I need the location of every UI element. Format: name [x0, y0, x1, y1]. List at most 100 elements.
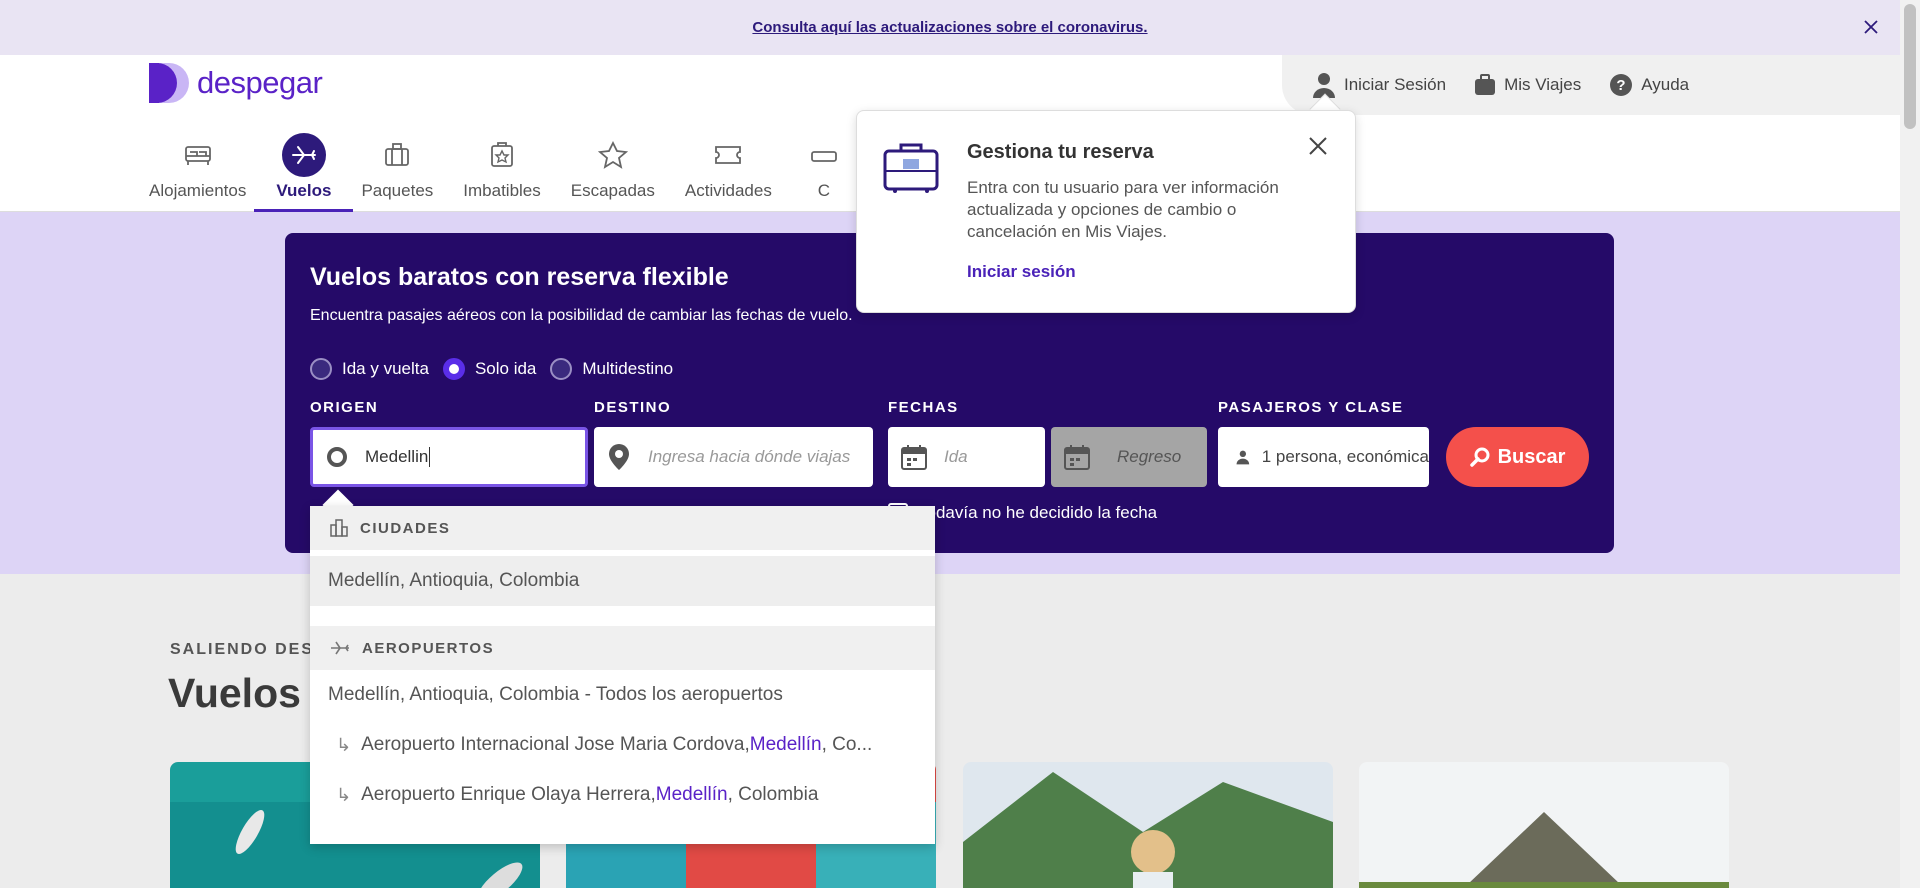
dropdown-item-airport[interactable]: ↳ Aeropuerto Internacional Jose Maria Co…	[310, 720, 935, 770]
tab-actividades[interactable]: Actividades	[685, 133, 772, 212]
radio-round-trip[interactable]: Ida y vuelta	[310, 358, 429, 380]
radio-label: Multidestino	[582, 359, 674, 378]
origin-autocomplete-dropdown: CIUDADES Medellín, Antioquia, Colombia A…	[310, 506, 935, 844]
popover-body: Entra con tu usuario para ver informació…	[967, 178, 1279, 241]
search-button[interactable]: Buscar	[1446, 427, 1589, 487]
despegar-logo[interactable]: despegar	[149, 63, 323, 103]
radio-label: Ida y vuelta	[342, 359, 429, 378]
destination-label: DESTINO	[594, 399, 672, 416]
my-trips-link[interactable]: Mis Viajes	[1474, 74, 1581, 96]
origin-value: Medellin	[365, 447, 429, 466]
passengers-label: PASAJEROS Y CLASE	[1218, 399, 1404, 416]
tab-autos[interactable]: C	[802, 133, 846, 212]
search-icon	[1469, 447, 1490, 467]
logo-text: despegar	[197, 65, 323, 100]
scrollbar-thumb[interactable]	[1904, 4, 1916, 129]
tab-alojamientos[interactable]: Alojamientos	[149, 133, 246, 212]
notice-bar: Consulta aquí las actualizaciones sobre …	[0, 0, 1900, 55]
sub-arrow-icon: ↳	[336, 734, 352, 755]
city-icon	[330, 519, 348, 537]
airport-country: , Co...	[821, 734, 873, 755]
user-nav: Iniciar Sesión Mis Viajes ? Ayuda	[1282, 55, 1900, 115]
passengers-input[interactable]: 1 persona, económica	[1218, 427, 1429, 487]
trip-type-selector: Ida y vuelta Solo ida Multidestino	[310, 358, 675, 380]
help-link[interactable]: ? Ayuda	[1609, 73, 1689, 97]
logo-mark-icon	[149, 63, 189, 103]
badge-icon	[491, 142, 513, 167]
airport-name: Aeropuerto Internacional Jose Maria Cord…	[361, 734, 750, 755]
tab-label: C	[817, 181, 830, 200]
undecided-label: Todavía no he decidido la fecha	[918, 503, 1158, 522]
luggage-icon	[385, 143, 410, 166]
origin-label: ORIGEN	[310, 399, 379, 416]
tab-label: Alojamientos	[149, 181, 247, 200]
tab-label: Imbatibles	[463, 181, 541, 200]
airport-name: Aeropuerto Enrique Olaya Herrera,	[361, 784, 656, 805]
destination-placeholder: Ingresa hacia dónde viajas	[648, 447, 851, 466]
search-button-label: Buscar	[1497, 445, 1566, 468]
tab-label: Vuelos	[276, 181, 332, 200]
ticket-icon	[715, 146, 742, 164]
departure-placeholder: Ida	[944, 447, 968, 466]
airports-header-label: AEROPUERTOS	[362, 639, 495, 657]
radio-one-way[interactable]: Solo ida	[442, 358, 536, 380]
tab-escapadas[interactable]: Escapadas	[571, 133, 655, 212]
svg-text:?: ?	[1617, 77, 1626, 94]
return-date-input[interactable]: Regreso	[1051, 427, 1207, 487]
my-trips-label: Mis Viajes	[1504, 75, 1582, 94]
tab-label: Paquetes	[361, 181, 434, 200]
suitcase-icon	[1475, 74, 1496, 95]
popover-login-link[interactable]: Iniciar sesión	[967, 262, 1076, 282]
departure-date-input[interactable]: Ida	[888, 427, 1045, 487]
origin-input[interactable]: Medellin	[310, 427, 588, 487]
coronavirus-link[interactable]: Consulta aquí las actualizaciones sobre …	[752, 19, 1147, 36]
destination-card[interactable]	[1359, 762, 1729, 888]
airport-country: , Colombia	[727, 784, 819, 805]
car-icon	[810, 151, 837, 162]
card-image	[963, 762, 1333, 888]
close-icon[interactable]	[1305, 133, 1331, 159]
tab-imbatibles[interactable]: Imbatibles	[463, 133, 541, 212]
airport-city-highlight: Medellín	[655, 784, 728, 805]
page-scrollbar[interactable]	[1900, 0, 1920, 888]
plane-icon	[291, 146, 316, 164]
card-image	[1359, 762, 1729, 888]
login-label: Iniciar Sesión	[1344, 75, 1447, 94]
tab-vuelos[interactable]: Vuelos	[254, 133, 354, 212]
dropdown-item-all-airports[interactable]: Medellín, Antioquia, Colombia - Todos lo…	[310, 670, 935, 720]
help-icon: ?	[1610, 74, 1633, 96]
login-link[interactable]: Iniciar Sesión	[1312, 72, 1446, 98]
airports-header: AEROPUERTOS	[310, 626, 935, 670]
person-icon	[1236, 450, 1250, 465]
tab-label: Actividades	[684, 181, 772, 200]
destination-input[interactable]: Ingresa hacia dónde viajas	[594, 427, 873, 487]
destination-card[interactable]	[963, 762, 1333, 888]
dropdown-item-city[interactable]: Medellín, Antioquia, Colombia	[310, 556, 935, 606]
all-airports-label: Medellín, Antioquia, Colombia - Todos lo…	[328, 684, 783, 705]
star-icon	[597, 141, 628, 169]
cities-header-label: CIUDADES	[360, 519, 451, 537]
dates-label: FECHAS	[888, 399, 959, 416]
hero-subtitle: Encuentra pasajes aéreos con la posibili…	[310, 307, 853, 324]
passengers-value: 1 persona, económica	[1261, 447, 1429, 466]
radio-multi-destination[interactable]: Multidestino	[550, 358, 673, 380]
cities-header: CIUDADES	[310, 506, 935, 550]
popover-title: Gestiona tu reserva	[967, 141, 1154, 163]
sub-arrow-icon: ↳	[336, 784, 352, 805]
calendar-icon	[901, 445, 927, 470]
close-icon[interactable]	[1858, 14, 1884, 40]
tab-label: Escapadas	[570, 181, 655, 200]
briefcase-icon	[883, 143, 939, 193]
dropdown-item-airport[interactable]: ↳ Aeropuerto Enrique Olaya Herrera, Mede…	[310, 770, 935, 820]
help-label: Ayuda	[1641, 75, 1690, 94]
origin-circle-icon	[327, 447, 347, 467]
hero-title: Vuelos baratos con reserva flexible	[310, 263, 729, 291]
manage-booking-popover: Gestiona tu reserva Entra con tu usuario…	[856, 110, 1356, 313]
calendar-icon	[1064, 445, 1090, 470]
tab-paquetes[interactable]: Paquetes	[361, 133, 433, 212]
product-nav: Alojamientos Vuelos Paquetes Imbatibles …	[149, 133, 876, 212]
bed-icon	[184, 146, 211, 165]
plane-icon	[331, 641, 349, 655]
city-label: Medellín, Antioquia, Colombia	[328, 570, 580, 591]
return-placeholder: Regreso	[1117, 447, 1182, 466]
